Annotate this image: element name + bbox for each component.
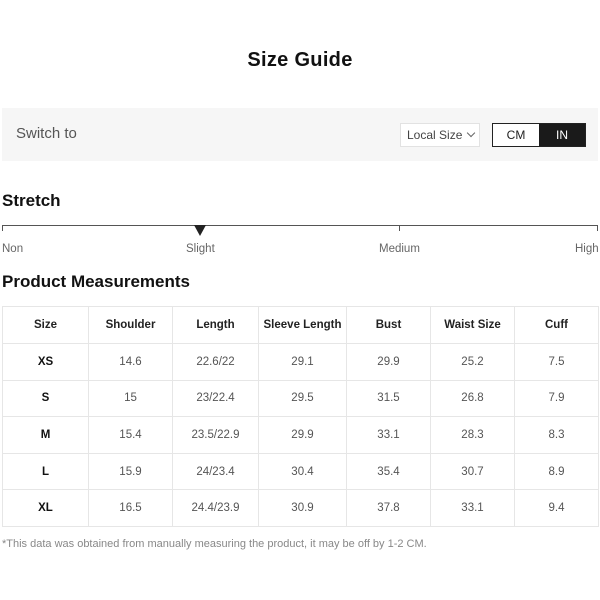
table-cell: 23/22.4 [172, 379, 259, 418]
size-cell: L [2, 452, 89, 491]
table-cell: 24.4/23.9 [172, 489, 259, 527]
table-row: M 15.4 23.5/22.9 29.9 33.1 28.3 8.3 [2, 416, 599, 454]
table-row: XS 14.6 22.6/22 29.1 29.9 25.2 7.5 [2, 343, 599, 381]
stretch-title: Stretch [2, 191, 61, 210]
table-cell: 37.8 [346, 489, 431, 527]
table-cell: 7.5 [514, 343, 599, 381]
table-cell: 35.4 [346, 452, 431, 491]
stretch-label-high: High [575, 243, 599, 255]
table-cell: 15 [88, 379, 173, 418]
table-cell: 30.9 [258, 489, 347, 527]
table-cell: 29.1 [258, 343, 347, 381]
table-cell: 29.9 [346, 343, 431, 381]
measurement-note: *This data was obtained from manually me… [2, 538, 427, 550]
table-cell: 9.4 [514, 489, 599, 527]
size-cell: XL [2, 489, 89, 527]
table-cell: 31.5 [346, 379, 431, 418]
table-cell: 8.9 [514, 452, 599, 491]
table-cell: 22.6/22 [172, 343, 259, 381]
size-cell: S [2, 379, 89, 418]
table-cell: 14.6 [88, 343, 173, 381]
table-row: S 15 23/22.4 29.5 31.5 26.8 7.9 [2, 379, 599, 418]
stretch-tick-medium [399, 225, 400, 231]
table-cell: 16.5 [88, 489, 173, 527]
chevron-down-icon [467, 128, 476, 138]
stretch-tick-high [597, 225, 598, 231]
stretch-label-medium: Medium [379, 243, 420, 255]
product-measurements-title: Product Measurements [2, 272, 190, 291]
stretch-scale-line [2, 225, 598, 226]
unit-in-button[interactable]: IN [539, 124, 585, 146]
table-cell: 24/23.4 [172, 452, 259, 491]
stretch-label-non: Non [2, 243, 24, 255]
table-row: L 15.9 24/23.4 30.4 35.4 30.7 8.9 [2, 452, 599, 491]
unit-cm-button[interactable]: CM [493, 124, 539, 146]
table-cell: 25.2 [430, 343, 515, 381]
table-cell: 23.5/22.9 [172, 416, 259, 454]
size-cell: XS [2, 343, 89, 381]
size-cell: M [2, 416, 89, 454]
table-cell: 15.9 [88, 452, 173, 491]
table-cell: 26.8 [430, 379, 515, 418]
table-header-row: Size Shoulder Length Sleeve Length Bust … [2, 306, 599, 344]
table-cell: 29.9 [258, 416, 347, 454]
unit-toggle: CM IN [492, 123, 586, 147]
unit-switch-bar: Switch to Local Size CM IN [2, 108, 598, 161]
table-cell: 33.1 [346, 416, 431, 454]
column-header: Length [172, 306, 259, 344]
column-header: Cuff [514, 306, 599, 344]
stretch-label-slight: Slight [186, 243, 215, 255]
column-header: Bust [346, 306, 431, 344]
table-cell: 15.4 [88, 416, 173, 454]
table-cell: 29.5 [258, 379, 347, 418]
local-size-label: Local Size [407, 128, 463, 142]
column-header: Waist Size [430, 306, 515, 344]
table-cell: 8.3 [514, 416, 599, 454]
stretch-indicator-icon [194, 225, 206, 236]
column-header: Sleeve Length [258, 306, 347, 344]
switch-to-label: Switch to [16, 125, 77, 142]
column-header: Shoulder [88, 306, 173, 344]
table-cell: 33.1 [430, 489, 515, 527]
table-cell: 7.9 [514, 379, 599, 418]
table-cell: 30.7 [430, 452, 515, 491]
stretch-tick-non [2, 225, 3, 231]
column-header: Size [2, 306, 89, 344]
measurements-table: Size Shoulder Length Sleeve Length Bust … [2, 306, 599, 527]
page-title: Size Guide [247, 49, 353, 71]
table-cell: 28.3 [430, 416, 515, 454]
local-size-dropdown[interactable]: Local Size [400, 123, 480, 147]
table-cell: 30.4 [258, 452, 347, 491]
table-row: XL 16.5 24.4/23.9 30.9 37.8 33.1 9.4 [2, 489, 599, 527]
